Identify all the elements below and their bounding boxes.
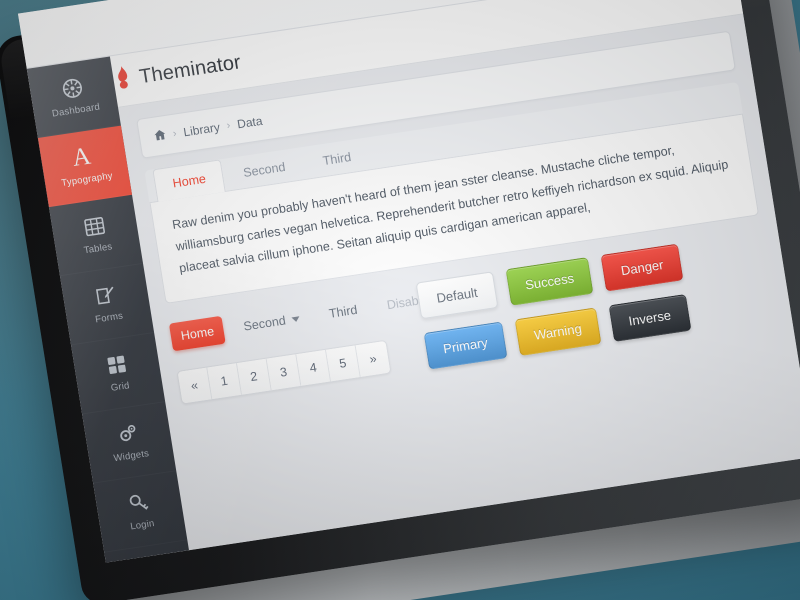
letter-a-icon: A: [70, 142, 93, 172]
breadcrumb-separator: ›: [171, 127, 178, 140]
group-button-third[interactable]: Third: [317, 294, 369, 329]
sidebar-item-widgets[interactable]: Widgets: [82, 402, 176, 484]
pagination-prev[interactable]: «: [177, 367, 213, 404]
success-button[interactable]: Success: [505, 256, 594, 306]
pagination-page-5[interactable]: 5: [326, 345, 361, 382]
group-button-second-label: Second: [242, 313, 287, 334]
grid-squares-icon: [104, 352, 129, 377]
sidebar-item-label: Grid: [110, 380, 131, 394]
dashboard-icon: [60, 76, 85, 101]
pagination-page-1[interactable]: 1: [207, 363, 243, 400]
sidebar-item-label: Tables: [83, 241, 114, 257]
sidebar-item-forms[interactable]: Forms: [60, 264, 154, 346]
sidebar-item-label: Typography: [60, 170, 114, 189]
inverse-button[interactable]: Inverse: [608, 293, 692, 342]
default-button[interactable]: Default: [415, 270, 499, 319]
scene-background: My Dropdown My Profile: [0, 0, 800, 600]
sidebar-item-login[interactable]: Login: [93, 471, 187, 553]
breadcrumb-item-library[interactable]: Library: [182, 120, 221, 139]
gears-icon: [115, 421, 140, 446]
home-icon[interactable]: [153, 128, 167, 145]
sidebar-item-grid[interactable]: Grid: [71, 333, 165, 415]
breadcrumb-item-data[interactable]: Data: [236, 114, 263, 132]
sidebar-item-label: Dashboard: [51, 101, 101, 120]
breadcrumb-separator: ›: [225, 119, 232, 132]
group-button-second[interactable]: Second: [232, 303, 312, 342]
group-button-home[interactable]: Home: [168, 315, 227, 352]
table-grid-icon: [82, 214, 107, 239]
pencil-edit-icon: [93, 283, 118, 308]
danger-button[interactable]: Danger: [600, 243, 684, 292]
main-content: › Library › Data Home Second Third Raw d…: [118, 14, 800, 551]
sidebar-item-typography[interactable]: A Typography: [37, 125, 133, 208]
key-icon: [126, 491, 151, 516]
pagination-page-3[interactable]: 3: [266, 354, 302, 391]
sidebar-item-label: Login: [129, 518, 156, 533]
sidebar-item-tables[interactable]: Tables: [49, 195, 143, 277]
monitor: My Dropdown My Profile: [0, 0, 800, 600]
sidebar-item-dashboard[interactable]: Dashboard: [27, 56, 121, 138]
pagination-next[interactable]: »: [355, 340, 391, 378]
pagination-page-2[interactable]: 2: [236, 358, 272, 395]
chevron-down-icon: [291, 315, 300, 323]
pagination-page-4[interactable]: 4: [296, 349, 332, 386]
primary-button[interactable]: Primary: [423, 321, 508, 370]
warning-button[interactable]: Warning: [514, 307, 602, 356]
brand-name: Theminator: [137, 51, 243, 89]
sidebar-item-label: Forms: [94, 310, 124, 326]
sidebar-item-label: Widgets: [112, 448, 150, 465]
brand-logo[interactable]: Theminator: [112, 48, 243, 96]
